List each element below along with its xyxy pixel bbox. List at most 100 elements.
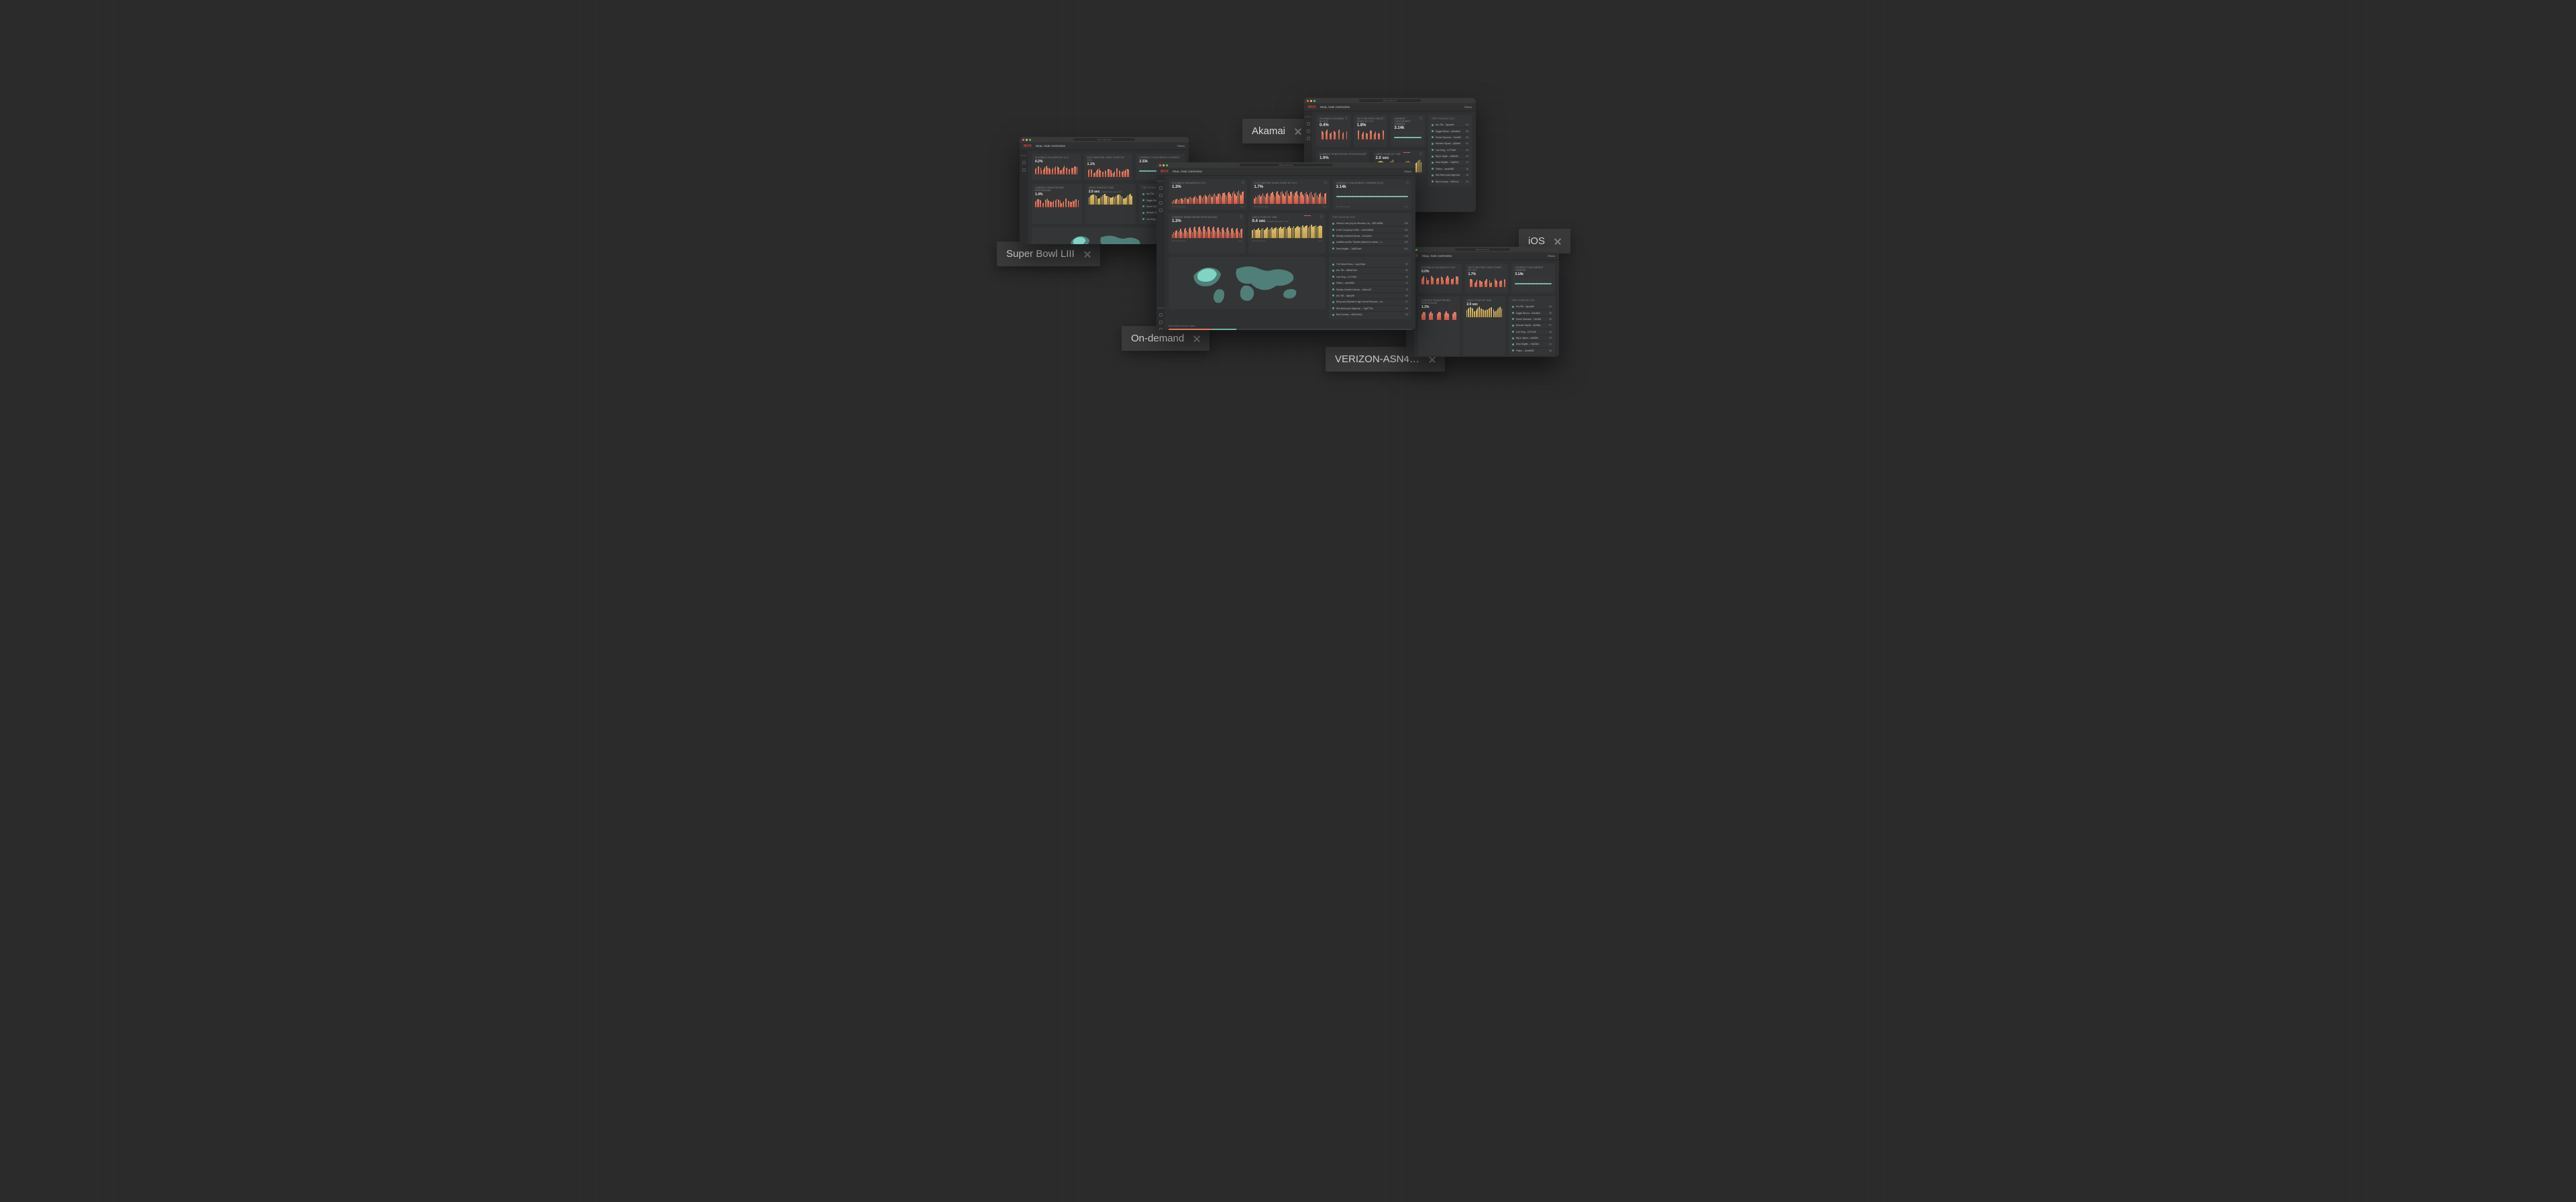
list-item[interactable]: Lion King – iu77b18i48 [1512, 329, 1552, 335]
list-item[interactable]: Herod's Law (Ley de Herodes, La) – 6537a… [1332, 221, 1408, 226]
address-bar[interactable]: demo.mux.com [1455, 248, 1510, 251]
list-item[interactable]: Achilles and the Tortoise (Akiresu to ka… [1332, 239, 1408, 245]
address-bar[interactable]: demo.mux.com [1359, 99, 1421, 102]
list-item[interactable]: Big in Japan – kd83ld045 [1432, 153, 1468, 159]
watching-bar [1169, 329, 1411, 330]
filter-pill-akamai[interactable]: Akamai [1242, 119, 1311, 144]
info-icon[interactable] [1382, 117, 1385, 119]
list-item[interactable]: Monster Squad – sj29dkx51 [1432, 140, 1468, 146]
traffic-light-max[interactable] [1029, 139, 1031, 141]
title-count: 118 [1405, 235, 1408, 237]
traffic-light-min[interactable] [1026, 139, 1028, 141]
info-icon[interactable] [1364, 152, 1366, 155]
watching-seg-2 [1212, 329, 1236, 330]
info-icon[interactable] [1406, 181, 1409, 184]
list-item[interactable]: Bad Country – n87eUrv33 [1432, 178, 1468, 184]
info-icon[interactable] [1419, 117, 1422, 119]
nav-icon[interactable] [1159, 186, 1163, 190]
list-item[interactable]: Patton – xkosfhB838 [1512, 347, 1552, 353]
nav-icon[interactable] [1159, 328, 1163, 330]
filters-button[interactable]: Filters [1548, 254, 1555, 258]
chart-area [1468, 278, 1505, 287]
axis-label: 30 minutes ago [1252, 239, 1266, 242]
card-subvalue: median from last 1 min [1102, 190, 1122, 193]
list-item[interactable]: Monster Squad – sj29dkx51 [1512, 322, 1552, 328]
chart-line [1336, 190, 1408, 204]
info-icon[interactable] [1324, 181, 1327, 184]
list-item[interactable]: Patton – xkosfhB838 [1432, 166, 1468, 172]
list-item[interactable]: Romy and Michele's High School Reunion –… [1332, 298, 1408, 305]
card-title: VIDEO STARTUP TIME [1376, 153, 1422, 156]
traffic-light-max[interactable] [1313, 100, 1316, 102]
status-dot-icon [1432, 136, 1434, 138]
info-icon[interactable] [1320, 215, 1323, 218]
pill-label: On-demand [1131, 333, 1184, 344]
nav-icon[interactable] [1159, 201, 1163, 205]
filters-button[interactable]: Filters [1404, 170, 1411, 173]
address-bar[interactable]: demo.mux.com [1074, 138, 1135, 141]
close-icon[interactable] [1554, 238, 1561, 245]
title-count: 50 [1405, 313, 1408, 316]
list-item[interactable]: Lion King – iu77b18i48 [1432, 147, 1468, 153]
filters-button[interactable]: Filters [1464, 105, 1472, 109]
close-icon[interactable] [1295, 128, 1301, 135]
list-item[interactable]: Dear Brigitte – 7ty832m41 [1432, 159, 1468, 165]
traffic-light-close[interactable] [1022, 139, 1024, 141]
nav-icon[interactable] [1022, 161, 1026, 164]
nav-icon[interactable] [1307, 129, 1310, 133]
title-count: 51 [1466, 142, 1468, 145]
list-item[interactable]: Patton – xkosfhB876 [1332, 280, 1408, 286]
card-title: PLAYBACK FAILURES BY CCV [1320, 117, 1347, 123]
nav-icon[interactable] [1159, 321, 1163, 324]
list-item[interactable]: Dear Brigitte – 7ty832mrb101 [1332, 245, 1408, 252]
list-item[interactable]: Seven Samurai – 7hcv82l55 [1432, 134, 1468, 140]
info-icon[interactable] [1240, 215, 1242, 218]
filter-pill-superbowl[interactable]: Super Bowl LIII [997, 241, 1100, 266]
list-item[interactable]: Seven Samurai – 7hcv82l55 [1512, 316, 1552, 322]
threshold-line [1304, 215, 1311, 216]
list-item[interactable]: In the Company of Men – hs2ee3feaE162 [1332, 226, 1408, 232]
list-item[interactable]: Lion King – iu77b18i78 [1332, 274, 1408, 280]
nav-icon[interactable] [1159, 194, 1163, 197]
list-item[interactable]: Stanley Kubrick's Boxes – #JCiu3hu118 [1332, 233, 1408, 239]
traffic-light-close[interactable] [1159, 164, 1161, 166]
info-icon[interactable] [1242, 181, 1244, 184]
status-dot-icon [1142, 199, 1144, 201]
close-icon[interactable] [1429, 356, 1436, 363]
nav-icon[interactable] [1307, 122, 1310, 125]
nav-icon[interactable] [1159, 313, 1163, 317]
info-icon[interactable] [1419, 152, 1422, 155]
list-item[interactable]: Aro-Tiki – 3guxyfdi64 [1512, 304, 1552, 309]
list-item[interactable]: Aro-Tiki – 3guxyfdi64 [1432, 122, 1468, 127]
traffic-light-min[interactable] [1310, 100, 1312, 102]
list-item[interactable]: Aro-Tiki – 3guxyfdi64 [1332, 292, 1408, 298]
nav-icon[interactable] [1022, 168, 1026, 172]
filters-button[interactable]: Filters [1177, 144, 1185, 148]
list-item[interactable]: Aro-Tiki – aBfusO1sk83 [1332, 267, 1408, 273]
list-item[interactable]: Big in Japan – kd83ld045 [1512, 335, 1552, 341]
traffic-light-close[interactable] [1307, 100, 1309, 102]
list-item[interactable]: Des fleurs pour Algernon – 7bg3T78n56 [1332, 305, 1408, 311]
nav-icon[interactable] [1159, 209, 1163, 212]
list-item[interactable]: Des fleurs pour Algernon36 [1432, 172, 1468, 178]
title-name: Lion King – iu77b18i [1516, 331, 1547, 333]
list-item[interactable]: Digger Bloom – 83ud8rm58 [1512, 309, 1552, 315]
list-item[interactable]: Stanley Kubrick's Boxes – #JbeuhI775 [1332, 286, 1408, 292]
title-name: Aro-Tiki – 3guxyfdi [1436, 123, 1463, 126]
list-item[interactable]: The Secret Story – scprOnfyu87 [1332, 262, 1408, 267]
nav-icon[interactable] [1307, 137, 1310, 140]
traffic-light-max[interactable] [1415, 249, 1417, 251]
title-name: Digger Bloom – 83ud8rm [1436, 130, 1463, 133]
close-icon[interactable] [1193, 335, 1200, 342]
threshold-line [1403, 152, 1410, 153]
list-item[interactable]: Digger Bloom – 83ud8rm58 [1432, 127, 1468, 133]
traffic-light-max[interactable] [1166, 164, 1168, 166]
address-bar[interactable]: demo.mux.com [1240, 164, 1333, 166]
card-value: 1.9% [1320, 156, 1366, 160]
list-item[interactable]: Dear Brigitte – 7ty832m41 [1512, 341, 1552, 347]
info-icon[interactable] [1345, 117, 1348, 119]
status-dot-icon [1432, 174, 1434, 176]
list-item[interactable]: Bad Country – n87eUrvDy50 [1332, 311, 1408, 317]
traffic-light-min[interactable] [1163, 164, 1165, 166]
close-icon[interactable] [1084, 251, 1091, 258]
